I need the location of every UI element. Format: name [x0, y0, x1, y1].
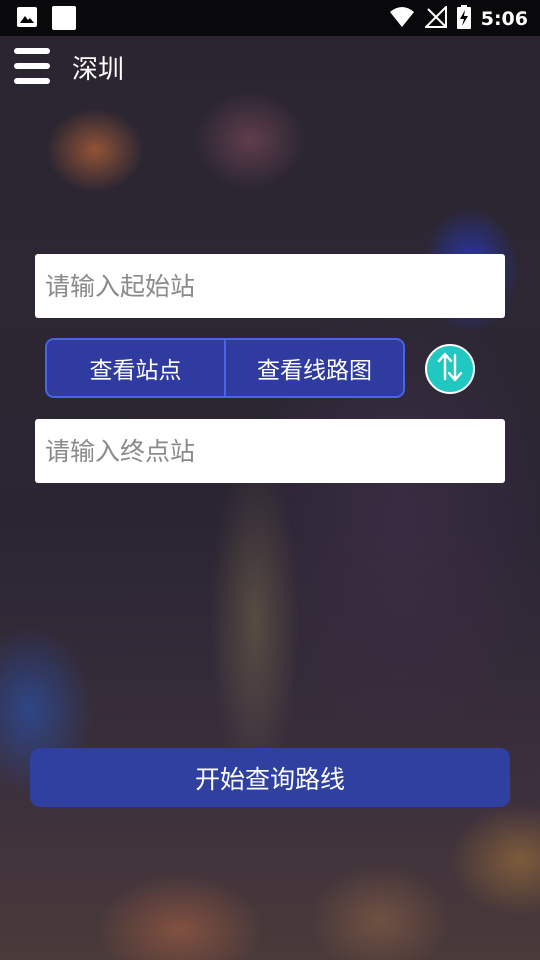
city-title: 深圳 — [72, 55, 125, 85]
app-bar: 深圳 — [0, 36, 540, 96]
status-bar: 5:06 — [0, 0, 540, 36]
wifi-icon — [389, 6, 415, 32]
image-icon — [16, 6, 38, 34]
view-line-map-button[interactable]: 查看线路图 — [224, 340, 403, 396]
view-stations-button[interactable]: 查看站点 — [47, 340, 224, 396]
start-station-input[interactable] — [35, 254, 505, 318]
swap-arrows-icon — [435, 349, 465, 389]
no-signal-icon — [423, 4, 447, 32]
status-time: 5:06 — [480, 8, 528, 30]
start-route-query-button[interactable]: 开始查询路线 — [30, 748, 510, 807]
view-options-segment: 查看站点 查看线路图 — [45, 338, 405, 398]
app-notification-icon — [52, 6, 76, 34]
hamburger-menu-icon[interactable] — [14, 48, 50, 84]
app-screen: 5:06 深圳 查看站点 查看线路图 开始查询路线 — [0, 0, 540, 960]
swap-stations-button[interactable] — [425, 344, 475, 394]
battery-charging-icon — [456, 5, 471, 33]
end-station-input[interactable] — [35, 419, 505, 483]
